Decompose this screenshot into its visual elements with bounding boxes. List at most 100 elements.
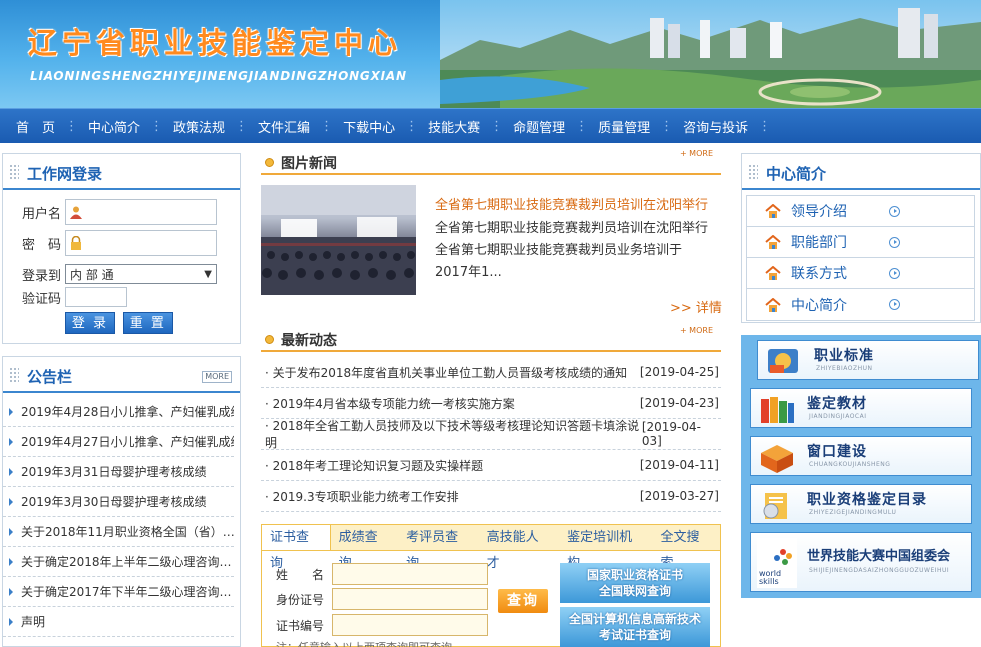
password-label: 密 码: [21, 237, 61, 253]
intro-panel-header: 中心简介: [742, 154, 980, 190]
page: 辽宁省职业技能鉴定中心 LIAONINGSHENGZHIYEJINENGJIAN…: [0, 0, 981, 647]
latest-header: 最新动态 + MORE: [261, 326, 721, 352]
captcha-input[interactable]: [65, 287, 127, 307]
city-scenery-image: [440, 0, 981, 108]
arrow-circle-icon: [889, 237, 900, 248]
list-item[interactable]: 关于2018年11月职业资格全国（省）…: [3, 517, 234, 547]
tab-score-query[interactable]: 成绩查询: [331, 525, 399, 571]
name-label: 姓 名: [276, 567, 325, 582]
books-icon: [761, 397, 794, 423]
photo-news-more-link[interactable]: + MORE: [680, 149, 713, 158]
photo-news-summary: 全省第七期职业技能竞赛裁判员培训在沈阳举行 全省第七期职业技能竞赛裁判员业务培训…: [435, 221, 709, 280]
query-box: 证书查询 成绩查询 考评员查询 高技能人才 鉴定培训机构 全文搜索 姓 名 身份…: [261, 524, 721, 647]
login-to-label: 登录到: [21, 268, 61, 284]
intro-item-contact[interactable]: 联系方式: [747, 258, 974, 289]
list-item[interactable]: 关于确定2017年下半年二级心理咨询…: [3, 577, 234, 607]
tab-training-institution[interactable]: 鉴定培训机构: [559, 525, 652, 571]
list-item[interactable]: · 2019年4月省本级专项能力统一考核实施方案 [2019-04-23]: [261, 388, 721, 419]
house-icon: [765, 235, 781, 249]
notice-panel: 公告栏 MORE 2019年4月28日小儿推拿、产妇催乳成绩 2019年4月27…: [2, 356, 241, 647]
list-item[interactable]: 声明: [3, 607, 234, 637]
nav-item-competition[interactable]: 技能大赛 ⋮: [422, 109, 507, 144]
arrow-circle-icon: [889, 206, 900, 217]
cert-number-input[interactable]: [332, 614, 488, 636]
worldskills-icon: worldskills: [757, 538, 797, 588]
list-item[interactable]: · 2018年全省工勤人员技师及以下技术等级考核理论知识答题卡填涂说明 [2019…: [261, 419, 721, 450]
list-item[interactable]: 2019年3月30日母婴护理考核成绩: [3, 487, 234, 517]
intro-item-leaders[interactable]: 领导介绍: [747, 196, 974, 227]
bullet-icon: [265, 158, 274, 167]
notice-more-link[interactable]: MORE: [202, 371, 232, 383]
id-number-input[interactable]: [332, 588, 488, 610]
card-worldskills-china[interactable]: world skills 世界技能大赛中国组委会 SHIJIEJINENGDASA…: [750, 532, 972, 592]
query-tabs: 证书查询 成绩查询 考评员查询 高技能人才 鉴定培训机构 全文搜索: [262, 525, 720, 571]
nav-item-policy[interactable]: 政策法规 ⋮: [167, 109, 252, 144]
intro-title: 中心简介: [766, 165, 827, 183]
national-cert-query-link[interactable]: 国家职业资格证书 全国联网查询: [560, 563, 710, 603]
tab-high-skill-talent[interactable]: 高技能人才: [479, 525, 559, 571]
main-nav: 首 页 ⋮ 中心简介 ⋮ 政策法规 ⋮ 文件汇编 ⋮ 下载中心 ⋮ 技能大赛 ⋮ 命题管理 ⋮…: [0, 108, 981, 143]
photo-news-title: 图片新闻: [281, 156, 337, 172]
list-item[interactable]: · 2019.3专项职业能力统考工作安排 [2019-03-27]: [261, 481, 721, 512]
list-item[interactable]: · 关于发布2018年度省直机关事业单位工勤人员晋级考核成绩的通知 [2019-0…: [261, 357, 721, 388]
query-button[interactable]: 查询: [498, 589, 548, 613]
latest-more-link[interactable]: + MORE: [680, 326, 713, 335]
user-icon: [70, 206, 82, 219]
meeting-photo-image: [261, 185, 416, 295]
nav-item-exam-management[interactable]: 命题管理 ⋮: [507, 109, 592, 144]
svg-text:skills: skills: [759, 577, 779, 586]
arrow-icon: [9, 557, 13, 566]
list-item[interactable]: 2019年4月28日小儿推拿、产妇催乳成绩: [3, 397, 234, 427]
id-label: 身份证号: [276, 592, 325, 607]
notice-panel-header: 公告栏 MORE: [3, 357, 240, 393]
arrow-icon: [9, 617, 13, 626]
intro-item-departments[interactable]: 职能部门: [747, 227, 974, 258]
list-item[interactable]: 2019年3月31日母婴护理考核成绩: [3, 457, 234, 487]
notice-list: 2019年4月28日小儿推拿、产妇催乳成绩 2019年4月27日小儿推拿、产妇催…: [3, 393, 240, 637]
card-window-building[interactable]: 窗口建设 CHUANGKOUJIANSHENG: [750, 436, 972, 476]
list-item[interactable]: 2019年4月27日小儿推拿、产妇催乳成绩: [3, 427, 234, 457]
arrow-icon: [9, 437, 13, 446]
news-photo[interactable]: [261, 185, 416, 295]
site-pinyin: LIAONINGSHENGZHIYEJINENGJIANDINGZHONGXIA…: [30, 69, 407, 83]
login-button[interactable]: 登 录: [65, 312, 115, 334]
login-to-select[interactable]: 内 部 通 ▼: [65, 264, 217, 284]
nav-item-documents[interactable]: 文件汇编 ⋮: [252, 109, 337, 144]
card-qualification-catalog[interactable]: 职业资格鉴定目录 ZHIYEZIGEJIANDINGMULU: [750, 484, 972, 524]
house-icon: [765, 297, 781, 312]
grip-icon: [9, 164, 19, 180]
nav-item-consult[interactable]: 咨询与投诉 ⋮: [677, 109, 775, 144]
list-item[interactable]: 关于确定2018年上半年二级心理咨询…: [3, 547, 234, 577]
nav-item-about[interactable]: 中心简介 ⋮: [82, 109, 167, 144]
name-input[interactable]: [332, 563, 488, 585]
lock-icon: [71, 236, 81, 250]
arrow-icon: [9, 527, 13, 536]
photo-news-headline[interactable]: 全省第七期职业技能竞赛裁判员培训在沈阳举行: [435, 194, 708, 213]
nav-item-quality[interactable]: 质量管理 ⋮: [592, 109, 677, 144]
login-title: 工作网登录: [27, 165, 103, 183]
username-label: 用户名: [21, 206, 61, 222]
card-occupational-standards[interactable]: 职业标准 ZHIYEBIAOZHUN: [757, 340, 979, 380]
password-input[interactable]: [65, 230, 217, 256]
arrow-icon: [9, 497, 13, 506]
tab-fulltext-search[interactable]: 全文搜索: [652, 525, 720, 571]
card-textbooks[interactable]: 鉴定教材 JIANDINGJIAOCAI: [750, 388, 972, 428]
header-banner: 辽宁省职业技能鉴定中心 LIAONINGSHENGZHIYEJINENGJIAN…: [0, 0, 981, 108]
detail-link[interactable]: >> 详情: [670, 297, 722, 316]
reset-button[interactable]: 重 置: [122, 312, 173, 334]
arrow-circle-icon: [889, 299, 900, 310]
query-note: 注：任意输入以上两项查询即可查询: [276, 639, 452, 647]
nav-item-downloads[interactable]: 下载中心 ⋮: [337, 109, 422, 144]
tab-certificate-query[interactable]: 证书查询: [262, 525, 331, 571]
list-item[interactable]: · 2018年考工理论知识复习题及实操样题 [2019-04-11]: [261, 450, 721, 481]
username-input[interactable]: [65, 199, 217, 225]
arrow-icon: [9, 467, 13, 476]
intro-item-center[interactable]: 中心简介: [747, 289, 974, 320]
nav-item-home[interactable]: 首 页 ⋮: [10, 109, 82, 144]
computer-cert-query-link[interactable]: 全国计算机信息高新技术 考试证书查询: [560, 607, 710, 647]
bullet-icon: [265, 335, 274, 344]
latest-title: 最新动态: [281, 333, 337, 349]
grip-icon: [9, 367, 19, 383]
tab-examiner-query[interactable]: 考评员查询: [398, 525, 478, 571]
site-title: 辽宁省职业技能鉴定中心: [28, 26, 403, 60]
